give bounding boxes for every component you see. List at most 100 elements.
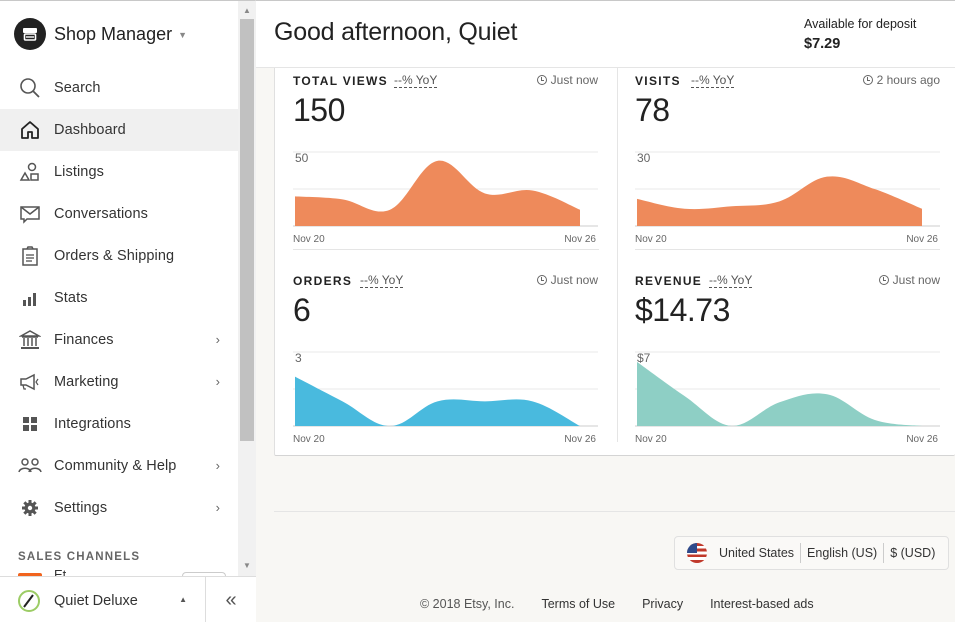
area-chart: 3 Nov 20 Nov 26 [293,351,598,445]
metric-value: $14.73 [635,292,730,328]
footer-links: © 2018 Etsy, Inc. Terms of Use Privacy I… [420,597,841,611]
caret-up-icon: ▲ [179,595,187,604]
x-tick-label: Nov 26 [906,434,938,445]
area-chart: 30 Nov 20 Nov 26 [635,151,940,245]
sidebar-item-label: Finances [54,332,114,348]
page-header: Good afternoon, Quiet Available for depo… [256,0,955,68]
megaphone-icon [18,370,42,394]
metric-yoy[interactable]: --% YoY [709,273,753,288]
sidebar-item-community-help[interactable]: Community & Help › [0,445,238,487]
scroll-up-arrow-icon[interactable]: ▲ [238,3,256,19]
sidebar-item-stats[interactable]: Stats [0,277,238,319]
shop-switcher[interactable]: Quiet Deluxe ▲ [0,577,206,622]
sidebar-item-label: Integrations [54,416,131,432]
search-icon [18,76,42,100]
sidebar-item-finances[interactable]: Finances › [0,319,238,361]
shop-manager-menu[interactable]: Shop Manager ▼ [0,1,238,67]
chart-area [295,160,580,226]
sidebar-scrollbar[interactable]: ▲ ▼ [238,1,256,576]
footer-divider [274,511,955,512]
x-tick-label: Nov 26 [906,234,938,245]
clipboard-icon [18,244,42,268]
sidebar-item-label: Conversations [54,206,148,222]
collapse-sidebar-button[interactable]: « [206,577,256,622]
locale-country: United States [719,546,795,560]
metric-yoy[interactable]: --% YoY [394,73,438,88]
metric-updated: Just now [536,73,598,87]
sales-channels-heading: SALES CHANNELS [18,551,141,563]
sidebar-item-orders-shipping[interactable]: Orders & Shipping [0,235,238,277]
clock-icon [536,75,547,85]
gear-icon [18,496,42,520]
metric-visits[interactable]: VISITS --% YoY 2 hours ago 78 30 Nov 20 No… [635,70,940,260]
bar-chart-icon [18,286,42,310]
scroll-down-arrow-icon[interactable]: ▼ [238,558,256,574]
sidebar: Shop Manager ▼ Search Dashboard Listings… [0,0,256,622]
home-icon [18,118,42,142]
y-tick-label: 50 [295,151,309,165]
metric-title: VISITS [635,74,681,88]
shop-avatar [18,589,40,612]
revenue-chart: $7 Nov 20 Nov 26 [635,346,940,446]
sidebar-item-search[interactable]: Search [0,67,238,109]
sidebar-item-settings[interactable]: Settings › [0,487,238,529]
y-tick-label: 30 [637,151,651,165]
metric-updated: 2 hours ago [862,73,940,87]
metric-value: 78 [635,92,670,128]
privacy-link[interactable]: Privacy [642,597,683,611]
interest-ads-link[interactable]: Interest-based ads [710,597,814,611]
metric-value: 150 [293,92,345,128]
clock-icon [878,275,889,285]
chart-area [295,376,580,426]
x-tick-label: Nov 26 [564,234,596,245]
sidebar-item-dashboard[interactable]: Dashboard [0,109,238,151]
sidebar-item-label: Orders & Shipping [54,248,175,264]
x-tick-label: Nov 20 [635,434,667,445]
locale-separator [883,543,885,563]
sidebar-footer: Quiet Deluxe ▲ « [0,576,256,622]
metric-value: 6 [293,292,311,328]
metric-updated-text: Just now [550,273,598,287]
sidebar-item-conversations[interactable]: Conversations [0,193,238,235]
metric-yoy[interactable]: --% YoY [360,273,404,288]
metric-updated-text: Just now [550,73,598,87]
x-tick-label: Nov 26 [564,434,596,445]
locale-settings-button[interactable]: United States English (US) $ (USD) [674,536,949,570]
area-chart: 50 Nov 20 Nov 26 [293,151,598,245]
y-tick-label: 3 [295,351,302,365]
metric-title: TOTAL VIEWS [293,74,388,88]
metric-total-views[interactable]: TOTAL VIEWS --% YoY Just now 150 50 Nov 2… [293,70,598,260]
chevron-right-icon: › [215,374,220,389]
clock-icon [862,75,873,85]
deposit-value[interactable]: $7.29 [804,36,840,52]
people-icon [18,454,42,478]
orders-chart: 3 Nov 20 Nov 26 [293,346,598,446]
main-content: Good afternoon, Quiet Available for depo… [256,0,955,622]
terms-link[interactable]: Terms of Use [541,597,615,611]
shop-name: Quiet Deluxe [54,592,138,609]
metric-yoy[interactable]: --% YoY [691,73,735,88]
sidebar-item-integrations[interactable]: Integrations [0,403,238,445]
shop-manager-title: Shop Manager [54,23,173,44]
copyright: © 2018 Etsy, Inc. [420,597,515,611]
metric-revenue[interactable]: REVENUE --% YoY Just now $14.73 $7 Nov 20… [635,270,940,460]
sidebar-nav: Shop Manager ▼ Search Dashboard Listings… [0,1,238,576]
x-tick-label: Nov 20 [293,434,325,445]
sidebar-item-label: Search [54,80,101,96]
sidebar-item-label: Marketing [54,374,119,390]
sales-channel-item[interactable]: Et [54,567,66,576]
y-tick-label: $7 [637,351,651,365]
chevron-right-icon: › [215,332,220,347]
deposit-label: Available for deposit [804,17,917,31]
page-title: Good afternoon, Quiet [274,18,518,46]
metric-orders[interactable]: ORDERS --% YoY Just now 6 3 Nov 20 Nov 26 [293,270,598,460]
scrollbar-thumb[interactable] [240,19,254,441]
x-tick-label: Nov 20 [635,234,667,245]
views-chart: 50 Nov 20 Nov 26 [293,146,598,246]
sidebar-item-label: Listings [54,164,104,180]
sidebar-item-marketing[interactable]: Marketing › [0,361,238,403]
area-chart: $7 Nov 20 Nov 26 [635,351,940,445]
x-tick-label: Nov 20 [293,234,325,245]
caret-down-icon: ▼ [178,30,188,40]
sidebar-item-listings[interactable]: Listings [0,151,238,193]
